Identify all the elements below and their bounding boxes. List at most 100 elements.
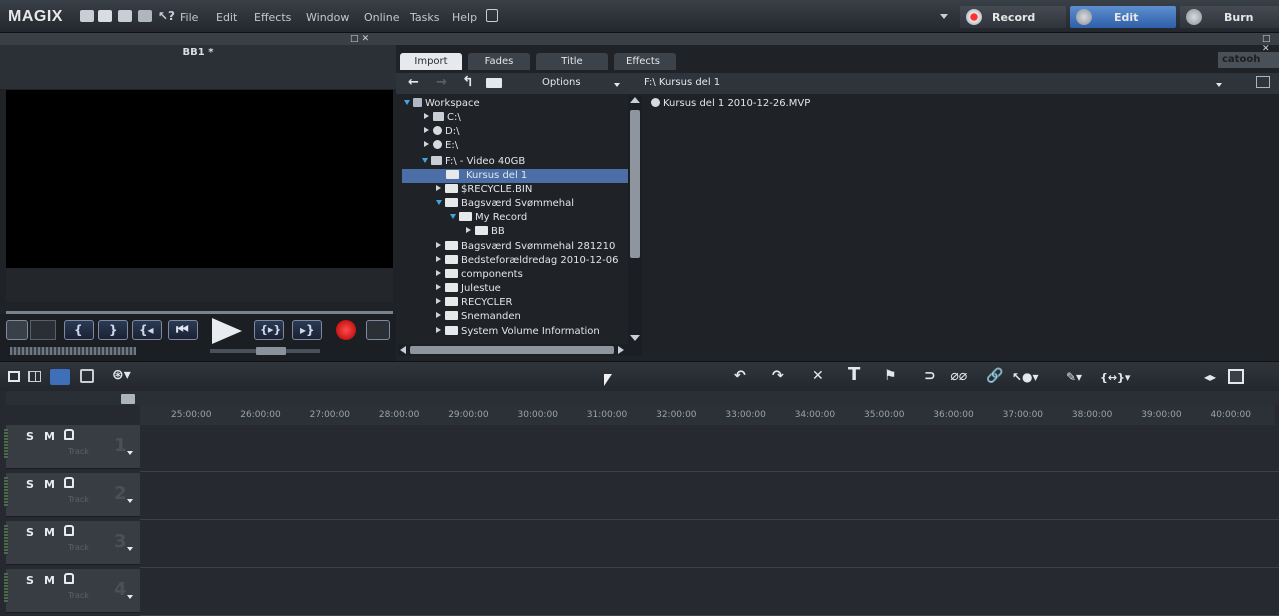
tree-item-drive-f[interactable]: F:\ - Video 40GB [422,155,525,169]
mute-button[interactable]: M [44,430,55,443]
undo-icon[interactable]: ↶ [734,368,746,384]
menu-file[interactable]: File [180,11,198,24]
mute-button[interactable]: M [44,574,55,587]
go-to-start-button[interactable]: ⏮ [168,320,198,340]
mark-in-button[interactable]: { [64,320,94,340]
forward-arrow-icon[interactable]: → [436,75,447,90]
track-header[interactable]: S M Track 2 [4,473,140,517]
options-menu[interactable]: Options [542,77,581,88]
tree-item-bedsteforaeldredag[interactable]: Bedsteforældredag 2010-12-06 [436,254,619,268]
cut-icon[interactable]: ⊃ [924,368,936,384]
mute-button[interactable]: M [44,478,55,491]
up-folder-icon[interactable]: ↰ [462,74,474,90]
current-path[interactable]: F:\ Kursus del 1 [644,77,720,88]
menu-help[interactable]: Help [452,11,477,24]
tree-item-bagsvaerd[interactable]: Bagsværd Svømmehal [436,197,574,211]
tree-item-snemanden[interactable]: Snemanden [436,310,521,324]
split-icon[interactable]: ⌀⌀ [950,368,967,384]
menu-effects[interactable]: Effects [254,11,291,24]
tree-item-julestue[interactable]: Julestue [436,282,501,296]
tree-item-drive-e[interactable]: E:\ [424,139,458,153]
settings-icon[interactable] [138,10,152,22]
menu-edit[interactable]: Edit [216,11,237,24]
folder-view-icon[interactable] [486,78,502,88]
snap-icon[interactable]: ◂▸ [1204,370,1216,384]
mixer-icon[interactable] [80,369,94,383]
track-dropdown-icon[interactable] [127,547,133,551]
timeline-view-icon[interactable] [50,369,70,385]
new-project-icon[interactable] [80,10,94,22]
group-link-icon[interactable]: 🔗 [986,368,1003,384]
record-mode-button[interactable]: Record [960,6,1066,28]
lock-icon[interactable] [64,573,74,584]
tree-item-recycler[interactable]: RECYCLER [436,296,512,310]
view-mode-icon[interactable] [1256,76,1270,88]
track-header[interactable]: S M Track 4 [4,569,140,613]
solo-button[interactable]: S [26,574,34,587]
options-dropdown-icon[interactable] [614,83,620,87]
go-to-out-button[interactable]: ▸} [292,320,322,340]
tree-scroll-thumb[interactable] [630,110,640,258]
track-header[interactable]: S M Track 3 [4,521,140,565]
keyboard-icon[interactable] [1228,369,1244,384]
track-dropdown-icon[interactable] [127,499,133,503]
scroll-left-icon[interactable] [400,346,406,354]
mouse-mode-icon[interactable]: ↖●▾ [1012,370,1039,384]
tab-fades[interactable]: Fades [468,53,530,70]
mute-button[interactable]: M [44,526,55,539]
back-arrow-icon[interactable]: ← [408,75,419,90]
solo-button[interactable]: S [26,526,34,539]
mark-out-button[interactable]: } [98,320,128,340]
ruler-lock-icon[interactable] [121,394,135,404]
path-dropdown-icon[interactable] [1216,83,1222,87]
film-reel-menu-icon[interactable]: ⊛▾ [112,367,131,383]
menu-window[interactable]: Window [306,11,349,24]
mode-dropdown-icon[interactable] [940,14,948,19]
tab-title[interactable]: Title [536,53,608,70]
menu-online[interactable]: Online [364,11,399,24]
scene-overview-icon[interactable] [28,371,41,382]
tree-item-my-record[interactable]: My Record [450,211,527,225]
solo-button[interactable]: S [26,478,34,491]
scroll-right-icon[interactable] [618,346,624,354]
track-dropdown-icon[interactable] [127,451,133,455]
menu-lines-icon[interactable] [366,320,390,340]
tab-effects[interactable]: Effects [614,53,676,70]
go-to-in-button[interactable]: {◂ [132,320,162,340]
help-pointer-icon[interactable]: ↖? [158,9,175,23]
media-pool-window-controls[interactable]: □ ✕ [1262,34,1279,54]
insert-mode-icon[interactable]: {↔}▾ [1100,371,1130,384]
tree-item-components[interactable]: components [436,268,523,282]
tree-item-bagsvaerd-281210[interactable]: Bagsværd Svømmehal 281210 [436,240,615,254]
burn-mode-button[interactable]: Burn [1180,6,1279,28]
play-range-button[interactable]: {▸} [254,320,284,340]
effect-tool-icon[interactable]: ✎▾ [1066,370,1082,384]
tree-item-drive-d[interactable]: D:\ [424,125,459,139]
tree-item-workspace[interactable]: Workspace [404,97,480,111]
menu-tasks[interactable]: Tasks [410,11,439,24]
scroll-down-icon[interactable] [630,335,640,341]
lock-icon[interactable] [64,429,74,440]
title-icon[interactable]: T [848,364,860,385]
play-button[interactable] [212,318,242,344]
tree-item-recycle-bin[interactable]: $RECYCLE.BIN [436,183,532,197]
marker-icon[interactable]: ⚑ [884,368,897,384]
track-header[interactable]: S M Track 1 [4,425,140,469]
book-icon[interactable] [486,9,498,22]
scroll-up-icon[interactable] [630,97,640,103]
preview-window-controls[interactable]: □ ✕ [350,34,369,44]
horizontal-scroll-thumb[interactable] [410,346,614,354]
tree-item-system-volume-information[interactable]: System Volume Information [436,325,600,339]
storyboard-view-icon[interactable] [8,371,20,382]
tree-item-kursus-del-1[interactable]: Kursus del 1 [446,169,527,183]
film-reel-button[interactable] [6,320,28,340]
jog-wheel[interactable] [10,347,136,355]
lock-icon[interactable] [64,525,74,536]
tab-import[interactable]: Import [400,53,462,70]
tree-item-drive-c[interactable]: C:\ [424,111,461,125]
redo-icon[interactable]: ↷ [772,368,784,384]
solo-button[interactable]: S [26,430,34,443]
edit-mode-button[interactable]: Edit [1070,6,1176,28]
save-icon[interactable] [118,10,132,22]
open-folder-icon[interactable] [98,10,112,22]
